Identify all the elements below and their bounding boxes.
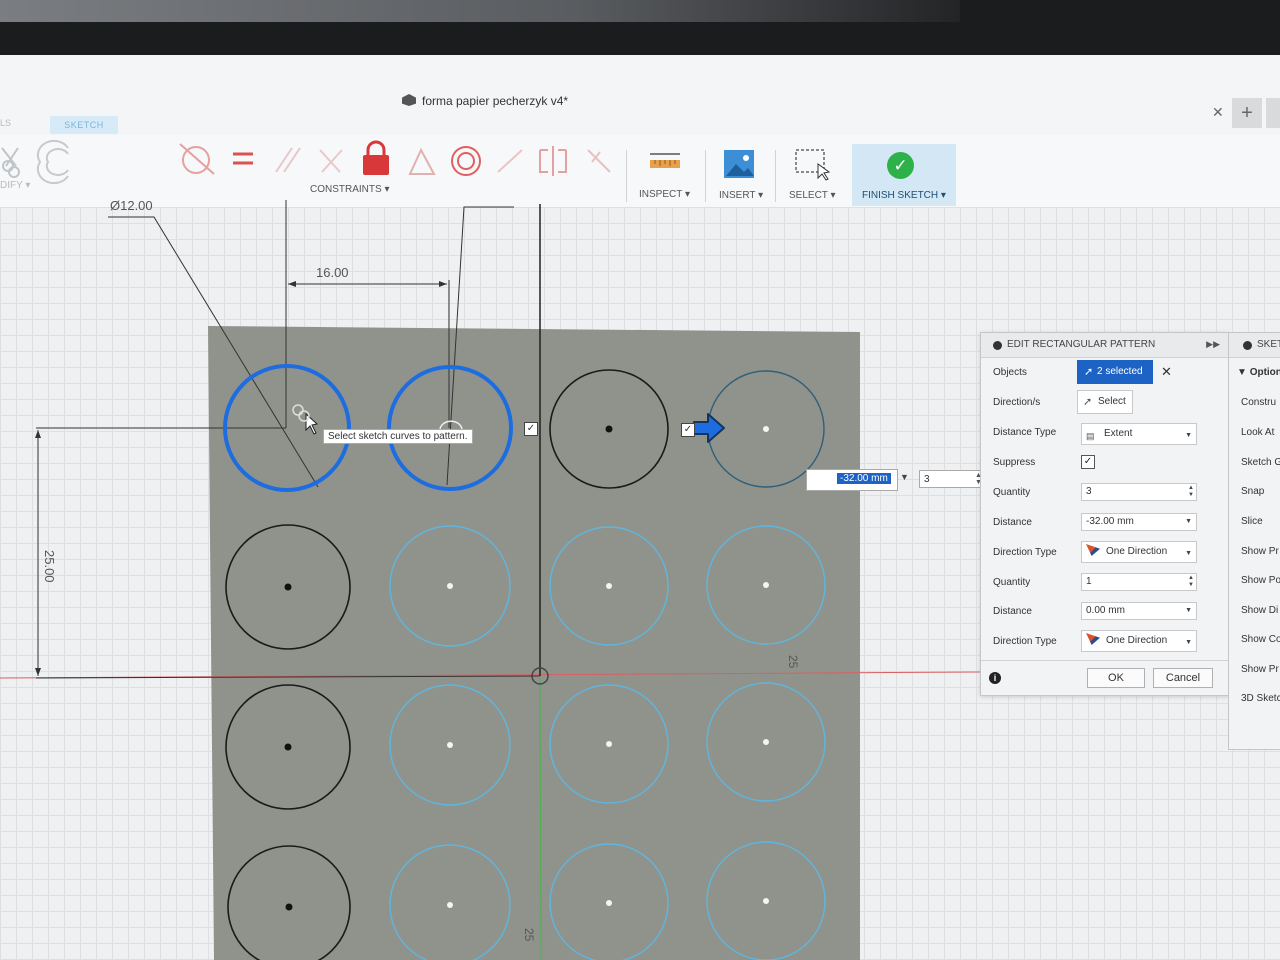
- direction-type-value: One Direction: [1106, 546, 1168, 557]
- objects-selection-value: 2 selected: [1097, 366, 1143, 377]
- distance-value[interactable]: 0.00 mm: [1086, 605, 1125, 616]
- direction-type-select[interactable]: One Direction ▼: [1081, 630, 1197, 652]
- chevron-down-icon: ▼: [1185, 432, 1192, 439]
- palette-item[interactable]: 3D Sketc: [1241, 693, 1280, 704]
- palette-item[interactable]: Snap: [1241, 486, 1264, 497]
- inline-distance-input[interactable]: -32.00 mm: [806, 469, 898, 491]
- objects-label: Objects: [993, 367, 1027, 378]
- palette-item[interactable]: Constru: [1241, 397, 1276, 408]
- center-point: [763, 582, 769, 588]
- extent-icon: ▤: [1086, 431, 1095, 441]
- distance-type-select[interactable]: ▤ Extent ▼: [1081, 423, 1197, 445]
- suppress-checkbox[interactable]: ✓: [524, 422, 538, 436]
- center-point: [447, 583, 453, 589]
- palette-item[interactable]: Look At: [1241, 427, 1274, 438]
- dialog-header: EDIT RECTANGULAR PATTERN ▶▶: [981, 333, 1228, 358]
- center-point: [605, 425, 613, 433]
- ok-button[interactable]: OK: [1087, 668, 1145, 688]
- direction-type-value: One Direction: [1106, 635, 1168, 646]
- distance-value[interactable]: -32.00 mm: [1086, 516, 1134, 527]
- vertical-dimension[interactable]: 25.00: [42, 550, 57, 583]
- options-label: Option: [1249, 367, 1280, 378]
- center-point: [606, 741, 612, 747]
- center-point: [763, 426, 769, 432]
- center-point: [285, 903, 293, 911]
- chevron-down-icon: ▼: [1185, 639, 1192, 646]
- suppress-checkbox[interactable]: ✓: [1081, 455, 1095, 469]
- direction-type-label: Direction Type: [993, 636, 1057, 647]
- distance-type-label: Distance Type: [993, 427, 1057, 438]
- triangle-down-icon: ▼: [1237, 367, 1247, 378]
- quantity-input[interactable]: 3 ▲ ▼: [1081, 483, 1197, 501]
- quantity-value[interactable]: 1: [1086, 576, 1092, 587]
- center-point: [284, 583, 292, 591]
- distance-label: Distance: [993, 517, 1032, 528]
- chevron-down-icon[interactable]: ▼: [1185, 603, 1192, 619]
- objects-selection-button[interactable]: ➚ 2 selected: [1077, 360, 1153, 384]
- direction-type-select[interactable]: One Direction ▼: [1081, 541, 1197, 563]
- center-point: [606, 583, 612, 589]
- pattern-spacing-marker: 25: [786, 655, 800, 669]
- horizontal-dimension[interactable]: 16.00: [316, 265, 349, 280]
- palette-item[interactable]: Show Di: [1241, 605, 1278, 616]
- dialog-title: EDIT RECTANGULAR PATTERN: [1007, 339, 1156, 350]
- collapse-icon[interactable]: [993, 341, 1002, 350]
- chevron-down-icon[interactable]: ▼: [1185, 514, 1192, 530]
- distance-input[interactable]: 0.00 mm ▼: [1081, 602, 1197, 620]
- distance-label: Distance: [993, 606, 1032, 617]
- dialog-footer: i OK Cancel: [981, 660, 1228, 695]
- diameter-dimension[interactable]: Ø12.00: [110, 198, 153, 213]
- suppress-checkbox[interactable]: ✓: [681, 423, 695, 437]
- palette-item[interactable]: Show Pr: [1241, 546, 1279, 557]
- quantity-label: Quantity: [993, 577, 1031, 588]
- clear-selection-icon[interactable]: ✕: [1161, 364, 1172, 380]
- inline-quantity-input[interactable]: 3: [919, 470, 983, 488]
- distance-type-value: Extent: [1104, 428, 1133, 439]
- edit-rectangular-pattern-dialog: EDIT RECTANGULAR PATTERN ▶▶ Objects ➚ 2 s…: [980, 332, 1229, 696]
- palette-title: SKET: [1257, 339, 1280, 350]
- cancel-button[interactable]: Cancel: [1153, 668, 1213, 688]
- center-point: [447, 742, 453, 748]
- sketch-palette: SKET ▼ Option Constru Look At Sketch G S…: [1228, 332, 1280, 750]
- selection-tooltip: Select sketch curves to pattern.: [323, 429, 473, 444]
- palette-item[interactable]: Slice: [1241, 516, 1263, 527]
- center-point: [447, 902, 453, 908]
- palette-item[interactable]: Show Co: [1241, 634, 1280, 645]
- center-point: [763, 898, 769, 904]
- center-point: [284, 743, 292, 751]
- suppress-label: Suppress: [993, 457, 1036, 468]
- direction-type-label: Direction Type: [993, 547, 1057, 558]
- center-point: [606, 900, 612, 906]
- direction-icon: [1086, 633, 1100, 645]
- quantity-input[interactable]: 1 ▲ ▼: [1081, 573, 1197, 591]
- pattern-spacing-marker: 25: [522, 928, 536, 942]
- chevron-down-icon[interactable]: ▼: [900, 472, 909, 482]
- options-section[interactable]: ▼ Option: [1237, 367, 1280, 378]
- palette-item[interactable]: Show Pr: [1241, 664, 1279, 675]
- cursor-icon: ➚: [1083, 396, 1093, 408]
- palette-item[interactable]: Sketch G: [1241, 457, 1280, 468]
- cursor-icon: ➚: [1084, 366, 1094, 378]
- center-point: [763, 739, 769, 745]
- direction-icon: [1086, 544, 1100, 556]
- info-icon[interactable]: i: [989, 672, 1001, 684]
- distance-input[interactable]: -32.00 mm ▼: [1081, 513, 1197, 531]
- direction-label: Direction/s: [993, 397, 1041, 408]
- direction-select-button[interactable]: ➚ Select: [1077, 390, 1133, 414]
- inline-distance-value[interactable]: -32.00 mm: [837, 473, 891, 484]
- expand-arrows-icon[interactable]: ▶▶: [1206, 339, 1220, 350]
- spinner-icon[interactable]: ▲ ▼: [1188, 575, 1194, 589]
- direction-select-value: Select: [1098, 396, 1126, 407]
- spinner-icon[interactable]: ▲ ▼: [1188, 485, 1194, 499]
- palette-item[interactable]: Show Po: [1241, 575, 1280, 586]
- quantity-label: Quantity: [993, 487, 1031, 498]
- collapse-icon[interactable]: [1243, 341, 1252, 350]
- chevron-down-icon: ▼: [1185, 550, 1192, 557]
- palette-header: SKET: [1229, 333, 1280, 358]
- quantity-value[interactable]: 3: [1086, 486, 1092, 497]
